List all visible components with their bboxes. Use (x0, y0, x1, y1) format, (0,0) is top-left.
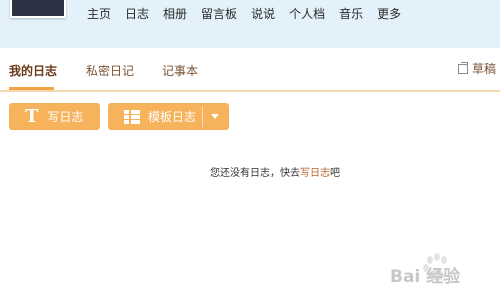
blog-tabs: 我的日志 私密日记 记事本 草稿 (0, 48, 500, 92)
write-blog-link[interactable]: 写日志 (300, 168, 330, 179)
top-header: 主页 日志 相册 留言板 说说 个人档 音乐 更多 (0, 0, 500, 48)
nav-item-home[interactable]: 主页 (87, 7, 111, 21)
tab-my-blogs[interactable]: 我的日志 (9, 64, 57, 78)
template-blog-label: 模板日志 (148, 109, 197, 124)
nav-item-more[interactable]: 更多 (377, 7, 401, 21)
tab-private-diary[interactable]: 私密日记 (86, 64, 134, 78)
drafts-link[interactable]: 草稿 (458, 62, 496, 76)
write-blog-button[interactable]: T 写日志 (9, 103, 100, 130)
empty-state-message: 您还没有日志，快去写日志吧 (210, 168, 340, 180)
chevron-down-icon[interactable] (211, 114, 219, 119)
empty-message-prefix: 您还没有日志，快去 (210, 168, 300, 179)
button-divider (202, 106, 203, 127)
nav-item-moments[interactable]: 说说 (251, 7, 275, 21)
nav-item-album[interactable]: 相册 (163, 7, 187, 21)
drafts-label: 草稿 (472, 62, 497, 76)
drafts-icon (458, 62, 468, 74)
template-blog-button[interactable]: 模板日志 (108, 103, 229, 130)
tab-notepad[interactable]: 记事本 (162, 64, 198, 78)
main-nav: 主页 日志 相册 留言板 说说 个人档 音乐 更多 (80, 7, 408, 21)
write-blog-label: 写日志 (47, 109, 84, 124)
nav-item-blog[interactable]: 日志 (125, 7, 149, 21)
text-icon: T (25, 105, 39, 127)
empty-message-suffix: 吧 (330, 168, 340, 179)
nav-item-profile[interactable]: 个人档 (289, 7, 325, 21)
template-grid-icon (124, 109, 140, 124)
active-tab-indicator (9, 87, 54, 90)
nav-item-guestbook[interactable]: 留言板 (201, 7, 237, 21)
nav-item-music[interactable]: 音乐 (339, 7, 363, 21)
avatar[interactable] (10, 0, 66, 18)
watermark-text: Bai 经验 (390, 267, 461, 287)
